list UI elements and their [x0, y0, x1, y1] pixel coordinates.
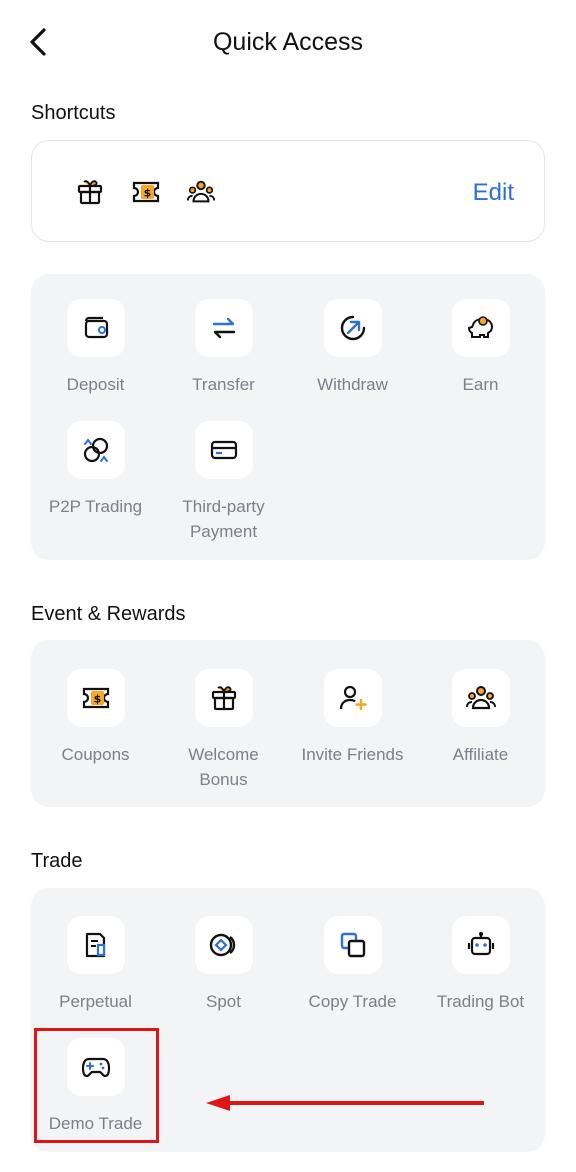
item-label: Deposit — [66, 375, 125, 394]
item-earn[interactable]: Earn — [416, 299, 545, 397]
invite-user-icon — [323, 669, 382, 727]
item-label: Affiliate — [452, 745, 509, 764]
item-label: Earn — [462, 375, 499, 394]
item-label: Perpetual — [59, 992, 132, 1011]
item-label: P2P Trading — [48, 497, 143, 516]
transfer-icon — [194, 299, 253, 357]
p2p-icon — [66, 421, 125, 479]
events-title: Event & Rewards — [31, 603, 186, 625]
coupon-icon[interactable]: $ — [131, 177, 161, 207]
document-icon — [66, 916, 125, 974]
highlight-box — [34, 1028, 159, 1143]
item-withdraw[interactable]: Withdraw — [288, 299, 417, 397]
item-transfer[interactable]: Transfer — [159, 299, 288, 397]
svg-text:$: $ — [93, 693, 101, 706]
gift-icon — [194, 669, 253, 727]
shortcuts-box: $ Edit — [31, 140, 545, 242]
item-invite-friends[interactable]: Invite Friends — [288, 669, 417, 767]
wallet-icon — [66, 299, 125, 357]
item-label: Withdraw — [317, 375, 388, 394]
item-p2p-trading[interactable]: P2P Trading — [31, 421, 160, 519]
item-spot[interactable]: Spot — [159, 916, 288, 1014]
item-label: Coupons — [61, 745, 130, 764]
item-label: Transfer — [192, 375, 255, 394]
spot-icon — [194, 916, 253, 974]
pointer-arrow-icon — [206, 1095, 484, 1111]
header: Quick Access — [0, 0, 576, 88]
item-label: Third-party Payment — [182, 497, 265, 541]
edit-button[interactable]: Edit — [473, 179, 514, 207]
page-title: Quick Access — [212, 28, 364, 56]
affiliate-icon — [451, 669, 510, 727]
card-icon — [194, 421, 253, 479]
copy-icon — [323, 916, 382, 974]
events-panel: $ Coupons Welcome Bonus Invite Friends A… — [31, 640, 545, 807]
item-welcome-bonus[interactable]: Welcome Bonus — [159, 669, 288, 792]
item-label: Spot — [206, 992, 241, 1011]
wallet-panel: Deposit Transfer Withdraw Earn P2P Tradi… — [31, 274, 545, 560]
shortcuts-title: Shortcuts — [31, 102, 116, 124]
item-trading-bot[interactable]: Trading Bot — [416, 916, 545, 1014]
item-label: Trading Bot — [436, 992, 525, 1011]
gift-icon[interactable] — [75, 177, 105, 207]
item-label: Copy Trade — [308, 992, 397, 1011]
item-label: Invite Friends — [301, 745, 404, 764]
robot-icon — [451, 916, 510, 974]
item-deposit[interactable]: Deposit — [31, 299, 160, 397]
item-coupons[interactable]: $ Coupons — [31, 669, 160, 767]
item-perpetual[interactable]: Perpetual — [31, 916, 160, 1014]
coupon-icon: $ — [66, 669, 125, 727]
piggy-bank-icon — [451, 299, 510, 357]
affiliate-icon[interactable] — [186, 177, 216, 207]
svg-text:$: $ — [144, 187, 152, 200]
item-affiliate[interactable]: Affiliate — [416, 669, 545, 767]
withdraw-icon — [323, 299, 382, 357]
trade-title: Trade — [31, 850, 83, 872]
item-label: Welcome Bonus — [188, 745, 259, 789]
item-third-party-payment[interactable]: Third-party Payment — [159, 421, 288, 544]
item-copy-trade[interactable]: Copy Trade — [288, 916, 417, 1014]
